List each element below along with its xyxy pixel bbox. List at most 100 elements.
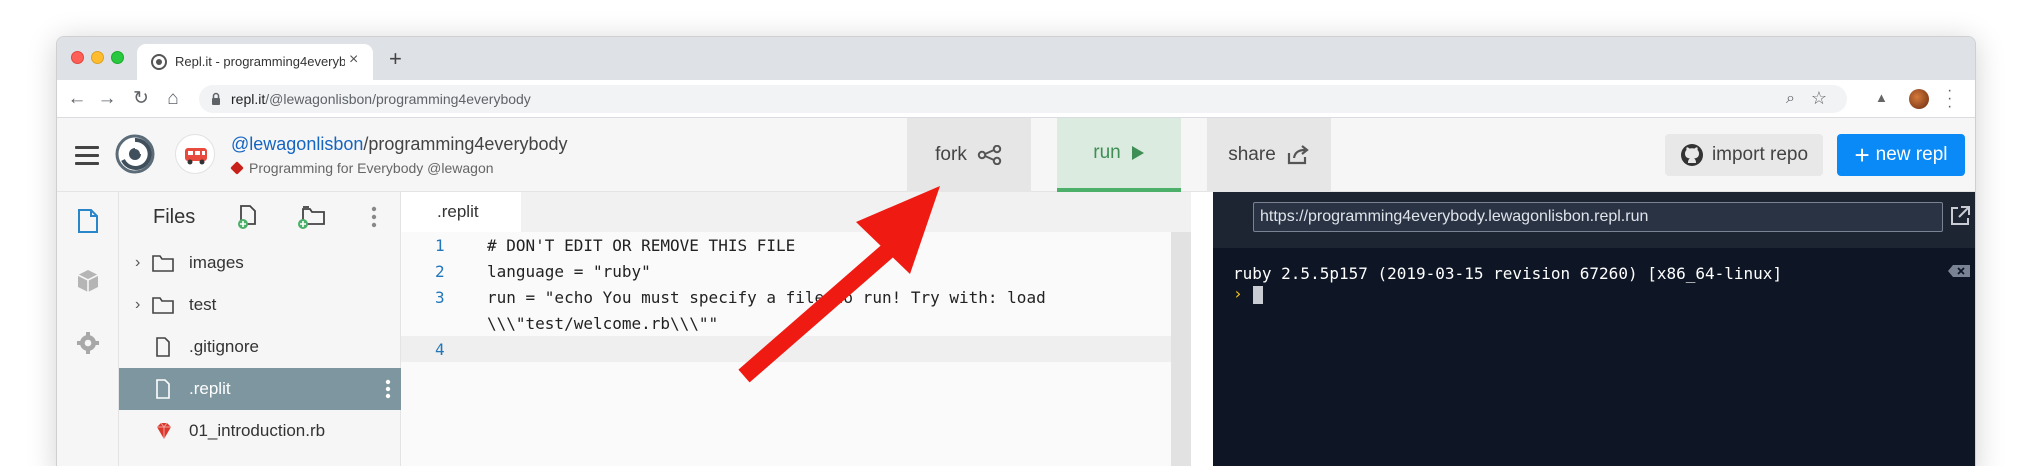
sidebar-iconbar <box>57 192 119 466</box>
code-line-active[interactable]: 4 <box>401 336 1171 362</box>
terminal-cursor <box>1253 286 1263 304</box>
file-tree-item-images[interactable]: › images <box>119 242 401 284</box>
browser-toolbar: ← → ↻ ⌂ repl.it/@lewagonlisbon/programmi… <box>57 80 1975 118</box>
editor-scrollbar[interactable] <box>1171 232 1191 466</box>
file-label: 01_introduction.rb <box>189 421 326 440</box>
line-number: 1 <box>435 236 445 255</box>
file-tree-item-replit[interactable]: .replit <box>119 368 401 410</box>
repl-title: @lewagonlisbon/programming4everybody <box>231 134 567 155</box>
code-line[interactable]: 3 run = "echo You must specify a file to… <box>401 284 1171 310</box>
line-number: 3 <box>435 288 445 307</box>
prompt-icon: › <box>1233 284 1243 303</box>
code-line[interactable]: 1 # DON'T EDIT OR REMOVE THIS FILE <box>401 232 1171 258</box>
replit-logo-icon[interactable] <box>115 134 155 174</box>
tab-title: Repl.it - programming4everybody <box>175 54 345 69</box>
chevron-right-icon[interactable]: › <box>135 296 140 314</box>
profile-avatar[interactable] <box>1909 89 1929 109</box>
import-repo-button[interactable]: import repo <box>1665 134 1823 176</box>
repl-description: Programming for Everybody @lewagon <box>230 160 494 176</box>
fork-button[interactable]: fork <box>907 118 1031 192</box>
file-label: .replit <box>189 379 231 398</box>
line-number: 2 <box>435 262 445 281</box>
line-code: \\\"test/welcome.rb\\\"" <box>487 314 719 333</box>
browser-window: Repl.it - programming4everybody × + ← → … <box>56 36 1976 466</box>
owner-avatar[interactable] <box>175 134 215 174</box>
folder-icon <box>152 255 174 272</box>
console-panel: https://programming4everybody.lewagonlis… <box>1191 192 1975 466</box>
console-url-bar: https://programming4everybody.lewagonlis… <box>1213 192 1975 248</box>
editor-body[interactable]: 1 # DON'T EDIT OR REMOVE THIS FILE 2 lan… <box>401 232 1171 466</box>
url-host: repl.it <box>231 91 266 107</box>
add-file-icon[interactable] <box>237 204 259 230</box>
ruby-icon <box>230 161 244 175</box>
bus-logo-icon <box>185 148 207 165</box>
url-text: repl.it/@lewagonlisbon/programming4every… <box>231 91 531 107</box>
browser-tab[interactable]: Repl.it - programming4everybody × <box>137 44 373 80</box>
extension-icon[interactable]: ▲ <box>1875 90 1888 105</box>
add-folder-icon[interactable] <box>297 204 327 230</box>
share-button[interactable]: share <box>1207 118 1331 192</box>
fork-label: fork <box>935 144 967 165</box>
tab-close-icon[interactable]: × <box>349 51 358 69</box>
url-path: /@lewagonlisbon/programming4everybody <box>265 91 531 107</box>
gear-icon[interactable] <box>76 330 100 356</box>
file-tree-item-gitignore[interactable]: .gitignore <box>119 326 401 368</box>
file-tree-item-introduction[interactable]: 01_introduction.rb <box>119 410 401 452</box>
new-repl-label: new repl <box>1875 144 1948 165</box>
zoom-icon[interactable]: ⌕ <box>1786 90 1795 108</box>
lock-icon <box>212 92 220 105</box>
back-button[interactable]: ← <box>65 87 89 111</box>
chevron-right-icon[interactable]: › <box>135 254 140 272</box>
line-code: # DON'T EDIT OR REMOVE THIS FILE <box>487 236 796 255</box>
fork-icon <box>977 145 1002 165</box>
minimize-window-button[interactable] <box>91 51 104 64</box>
github-icon <box>1680 144 1703 166</box>
home-button[interactable]: ⌂ <box>161 87 185 111</box>
reload-button[interactable]: ↻ <box>129 87 153 111</box>
files-nav-icon[interactable] <box>76 208 100 234</box>
plus-icon: + <box>1854 140 1870 170</box>
hamburger-icon[interactable] <box>75 146 99 165</box>
close-window-button[interactable] <box>71 51 84 64</box>
maximize-window-button[interactable] <box>111 51 124 64</box>
tab-strip: Repl.it - programming4everybody × + <box>57 37 1975 80</box>
forward-button[interactable]: → <box>95 87 119 111</box>
ruby-icon <box>157 422 171 439</box>
terminal-output: ruby 2.5.5p157 (2019-03-15 revision 6726… <box>1233 264 1783 283</box>
share-icon <box>1287 145 1309 165</box>
browser-menu-icon[interactable]: · · · <box>1947 83 1952 115</box>
code-line[interactable]: 2 language = "ruby" <box>401 258 1171 284</box>
file-icon <box>156 337 170 357</box>
new-repl-button[interactable]: + new repl <box>1837 134 1965 176</box>
file-menu-icon[interactable] <box>385 379 391 399</box>
import-label: import repo <box>1711 144 1809 165</box>
screenshot-stage: Repl.it - programming4everybody × + ← → … <box>0 0 2032 466</box>
file-label: images <box>189 253 244 272</box>
bookmark-star-icon[interactable]: ☆ <box>1811 88 1827 109</box>
address-bar[interactable]: repl.it/@lewagonlisbon/programming4every… <box>199 85 1847 113</box>
code-line-wrapped[interactable]: \\\"test/welcome.rb\\\"" <box>401 310 1171 336</box>
run-button[interactable]: run <box>1057 118 1181 192</box>
owner-link[interactable]: @lewagonlisbon <box>231 134 363 154</box>
line-code: run = "echo You must specify a file to r… <box>487 288 1046 307</box>
run-label: run <box>1093 142 1121 163</box>
files-menu-icon[interactable] <box>371 206 377 228</box>
code-editor: .replit 1 # DON'T EDIT OR REMOVE THIS FI… <box>401 192 1191 466</box>
repl-run-url[interactable]: https://programming4everybody.lewagonlis… <box>1253 202 1943 232</box>
terminal[interactable]: ruby 2.5.5p157 (2019-03-15 revision 6726… <box>1213 248 1975 466</box>
packages-nav-icon[interactable] <box>76 268 100 294</box>
clear-icon[interactable] <box>1947 264 1971 278</box>
editor-tab-replit[interactable]: .replit <box>401 192 521 232</box>
repl-name: programming4everybody <box>368 134 568 154</box>
line-number: 4 <box>435 340 445 359</box>
console-divider[interactable] <box>1191 192 1213 466</box>
file-icon <box>156 379 170 399</box>
share-label: share <box>1228 144 1276 165</box>
file-tree-item-test[interactable]: › test <box>119 284 401 326</box>
new-tab-button[interactable]: + <box>389 46 402 72</box>
play-icon <box>1131 146 1144 160</box>
open-external-icon[interactable] <box>1949 205 1971 227</box>
files-panel: Files › images › test .gitignore .replit… <box>119 192 401 466</box>
file-label: test <box>189 295 217 314</box>
line-code: language = "ruby" <box>487 262 651 281</box>
